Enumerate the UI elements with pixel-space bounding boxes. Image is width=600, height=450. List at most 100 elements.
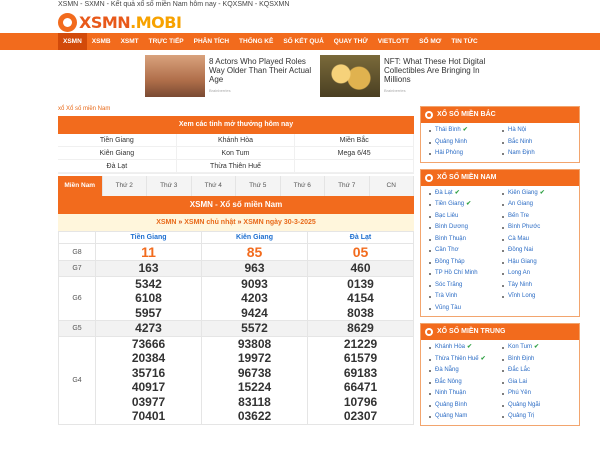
province-link[interactable]: Sóc Trăng: [429, 280, 502, 292]
today-province-link[interactable]: Tiền Giang: [58, 134, 177, 147]
province-link-label[interactable]: Đồng Tháp: [435, 259, 465, 265]
province-link-label[interactable]: Bình Định: [508, 356, 534, 362]
province-link-label[interactable]: Kiên Giang: [508, 190, 538, 196]
province-link-label[interactable]: Thái Bình: [435, 127, 461, 133]
province-link-label[interactable]: Đắc Nông: [435, 379, 462, 385]
region-box-title[interactable]: XỔ SỐ MIỀN BẮC: [421, 107, 579, 123]
nav-item-số-kết-quả[interactable]: SỐ KẾT QUẢ: [278, 33, 328, 50]
province-link[interactable]: Thừa Thiên Huế ✔: [429, 354, 502, 366]
today-province-link[interactable]: Đà Lạt: [58, 160, 177, 173]
province-link-label[interactable]: Đồng Nai: [508, 247, 533, 253]
region-box-title[interactable]: XỔ SỐ MIỀN TRUNG: [421, 324, 579, 340]
ad-card[interactable]: NFT: What These Hot Digital Collectibles…: [320, 55, 495, 99]
province-link-label[interactable]: Ninh Thuận: [435, 390, 466, 396]
province-link[interactable]: TP Hồ Chí Minh: [429, 268, 502, 280]
province-link[interactable]: Bình Phước: [502, 222, 575, 234]
tab-0[interactable]: Miền Nam: [58, 176, 103, 196]
ad-image[interactable]: [145, 55, 205, 97]
province-link[interactable]: Bắc Ninh: [502, 137, 575, 149]
province-link-label[interactable]: Quảng Bình: [435, 402, 467, 408]
province-link[interactable]: Đồng Nai: [502, 245, 575, 257]
ad-card[interactable]: 8 Actors Who Played Roles Way Older Than…: [145, 55, 320, 99]
province-link[interactable]: Bình Thuận: [429, 234, 502, 246]
nav-item-sổ-mơ[interactable]: SỔ MƠ: [414, 33, 446, 50]
province-link[interactable]: Hải Phòng: [429, 148, 502, 160]
province-link[interactable]: Kon Tum ✔: [502, 342, 575, 354]
nav-item-thống-kê[interactable]: THỐNG KÊ: [234, 33, 278, 50]
province-link[interactable]: Trà Vinh: [429, 291, 502, 303]
province-link[interactable]: Nam Định: [502, 148, 575, 160]
today-province-link[interactable]: Kiên Giang: [58, 147, 177, 160]
tab-3[interactable]: Thứ 4: [192, 176, 236, 196]
province-link-label[interactable]: Bình Phước: [508, 224, 540, 230]
province-link-label[interactable]: Quảng Nam: [435, 413, 467, 419]
province-link[interactable]: An Giang: [502, 199, 575, 211]
province-link-label[interactable]: Tiền Giang: [435, 201, 464, 207]
province-link-label[interactable]: Cần Thơ: [435, 247, 459, 253]
province-link[interactable]: Thái Bình ✔: [429, 125, 502, 137]
today-province-link[interactable]: Thừa Thiên Huế: [176, 160, 296, 173]
province-link[interactable]: Phú Yên: [502, 388, 575, 400]
province-link-label[interactable]: Đắc Lắc: [508, 367, 530, 373]
province-link[interactable]: Long An: [502, 268, 575, 280]
province-link-label[interactable]: Phú Yên: [508, 390, 531, 396]
province-link-label[interactable]: Đà Nẵng: [435, 367, 459, 373]
province-link-label[interactable]: Vũng Tàu: [435, 305, 461, 311]
province-link[interactable]: Ninh Thuận: [429, 388, 502, 400]
link-xsmn-date[interactable]: XSMN ngày 30-3-2025: [243, 219, 315, 226]
province-link-label[interactable]: Bạc Liêu: [435, 213, 458, 219]
nav-item-xsmn[interactable]: XSMN: [58, 33, 87, 50]
province-link[interactable]: Hà Nội: [502, 125, 575, 137]
tab-4[interactable]: Thứ 5: [236, 176, 281, 196]
today-province-link[interactable]: Miền Bắc: [295, 134, 414, 147]
province-link-label[interactable]: Bắc Ninh: [508, 139, 532, 145]
today-province-link[interactable]: Mega 6/45: [295, 147, 414, 160]
tab-6[interactable]: Thứ 7: [325, 176, 370, 196]
province-header[interactable]: Đà Lạt: [307, 231, 414, 244]
province-link[interactable]: Cần Thơ: [429, 245, 502, 257]
province-link-label[interactable]: Trà Vinh: [435, 293, 457, 299]
province-link-label[interactable]: Cà Mau: [508, 236, 529, 242]
ad-image[interactable]: [320, 55, 380, 97]
province-link[interactable]: Bình Định: [502, 354, 575, 366]
province-link-label[interactable]: Nam Định: [508, 150, 535, 156]
province-link[interactable]: Quảng Bình: [429, 400, 502, 412]
ad-headline[interactable]: NFT: What These Hot Digital Collectibles…: [384, 57, 485, 84]
breadcrumb[interactable]: xổ Xổ số miền Nam: [58, 104, 414, 116]
nav-item-vietlott[interactable]: VIETLOTT: [373, 33, 414, 50]
province-link-label[interactable]: Quảng Trị: [508, 413, 534, 419]
nav-item-tin-tức[interactable]: TIN TỨC: [446, 33, 482, 50]
province-link-label[interactable]: Sóc Trăng: [435, 282, 462, 288]
province-link[interactable]: Đà Lạt ✔: [429, 188, 502, 200]
province-link-label[interactable]: Thừa Thiên Huế: [435, 356, 479, 362]
province-link[interactable]: Tiền Giang ✔: [429, 199, 502, 211]
province-link-label[interactable]: An Giang: [508, 201, 533, 207]
nav-item-phân-tích[interactable]: PHÂN TÍCH: [189, 33, 234, 50]
province-link[interactable]: Bến Tre: [502, 211, 575, 223]
province-link-label[interactable]: Hà Nội: [508, 127, 526, 133]
province-link-label[interactable]: TP Hồ Chí Minh: [435, 270, 478, 276]
province-link[interactable]: Bình Dương: [429, 222, 502, 234]
province-link[interactable]: Quảng Nam: [429, 411, 502, 423]
province-link[interactable]: Khánh Hòa ✔: [429, 342, 502, 354]
province-link-label[interactable]: Bến Tre: [508, 213, 529, 219]
province-link[interactable]: Đà Nẵng: [429, 365, 502, 377]
province-header[interactable]: Tiền Giang: [95, 231, 202, 244]
province-link[interactable]: Vĩnh Long: [502, 291, 575, 303]
province-link[interactable]: Quảng Trị: [502, 411, 575, 423]
site-logo[interactable]: XSMN.MOBI: [58, 11, 600, 33]
region-box-title[interactable]: XỔ SỐ MIỀN NAM: [421, 169, 579, 186]
province-link[interactable]: Tây Ninh: [502, 280, 575, 292]
province-link-label[interactable]: Gia Lai: [508, 379, 527, 385]
province-link[interactable]: Đắc Lắc: [502, 365, 575, 377]
today-province-link[interactable]: Kon Tum: [176, 147, 296, 160]
province-link[interactable]: Quảng Ninh: [429, 137, 502, 149]
province-link-label[interactable]: Long An: [508, 270, 530, 276]
province-link[interactable]: Hậu Giang: [502, 257, 575, 269]
province-link[interactable]: Vũng Tàu: [429, 303, 502, 315]
province-link-label[interactable]: Hậu Giang: [508, 259, 537, 265]
province-link[interactable]: Gia Lai: [502, 377, 575, 389]
province-link-label[interactable]: Quảng Ngãi: [508, 402, 540, 408]
tab-2[interactable]: Thứ 3: [147, 176, 192, 196]
province-link-label[interactable]: Kon Tum: [508, 344, 532, 350]
